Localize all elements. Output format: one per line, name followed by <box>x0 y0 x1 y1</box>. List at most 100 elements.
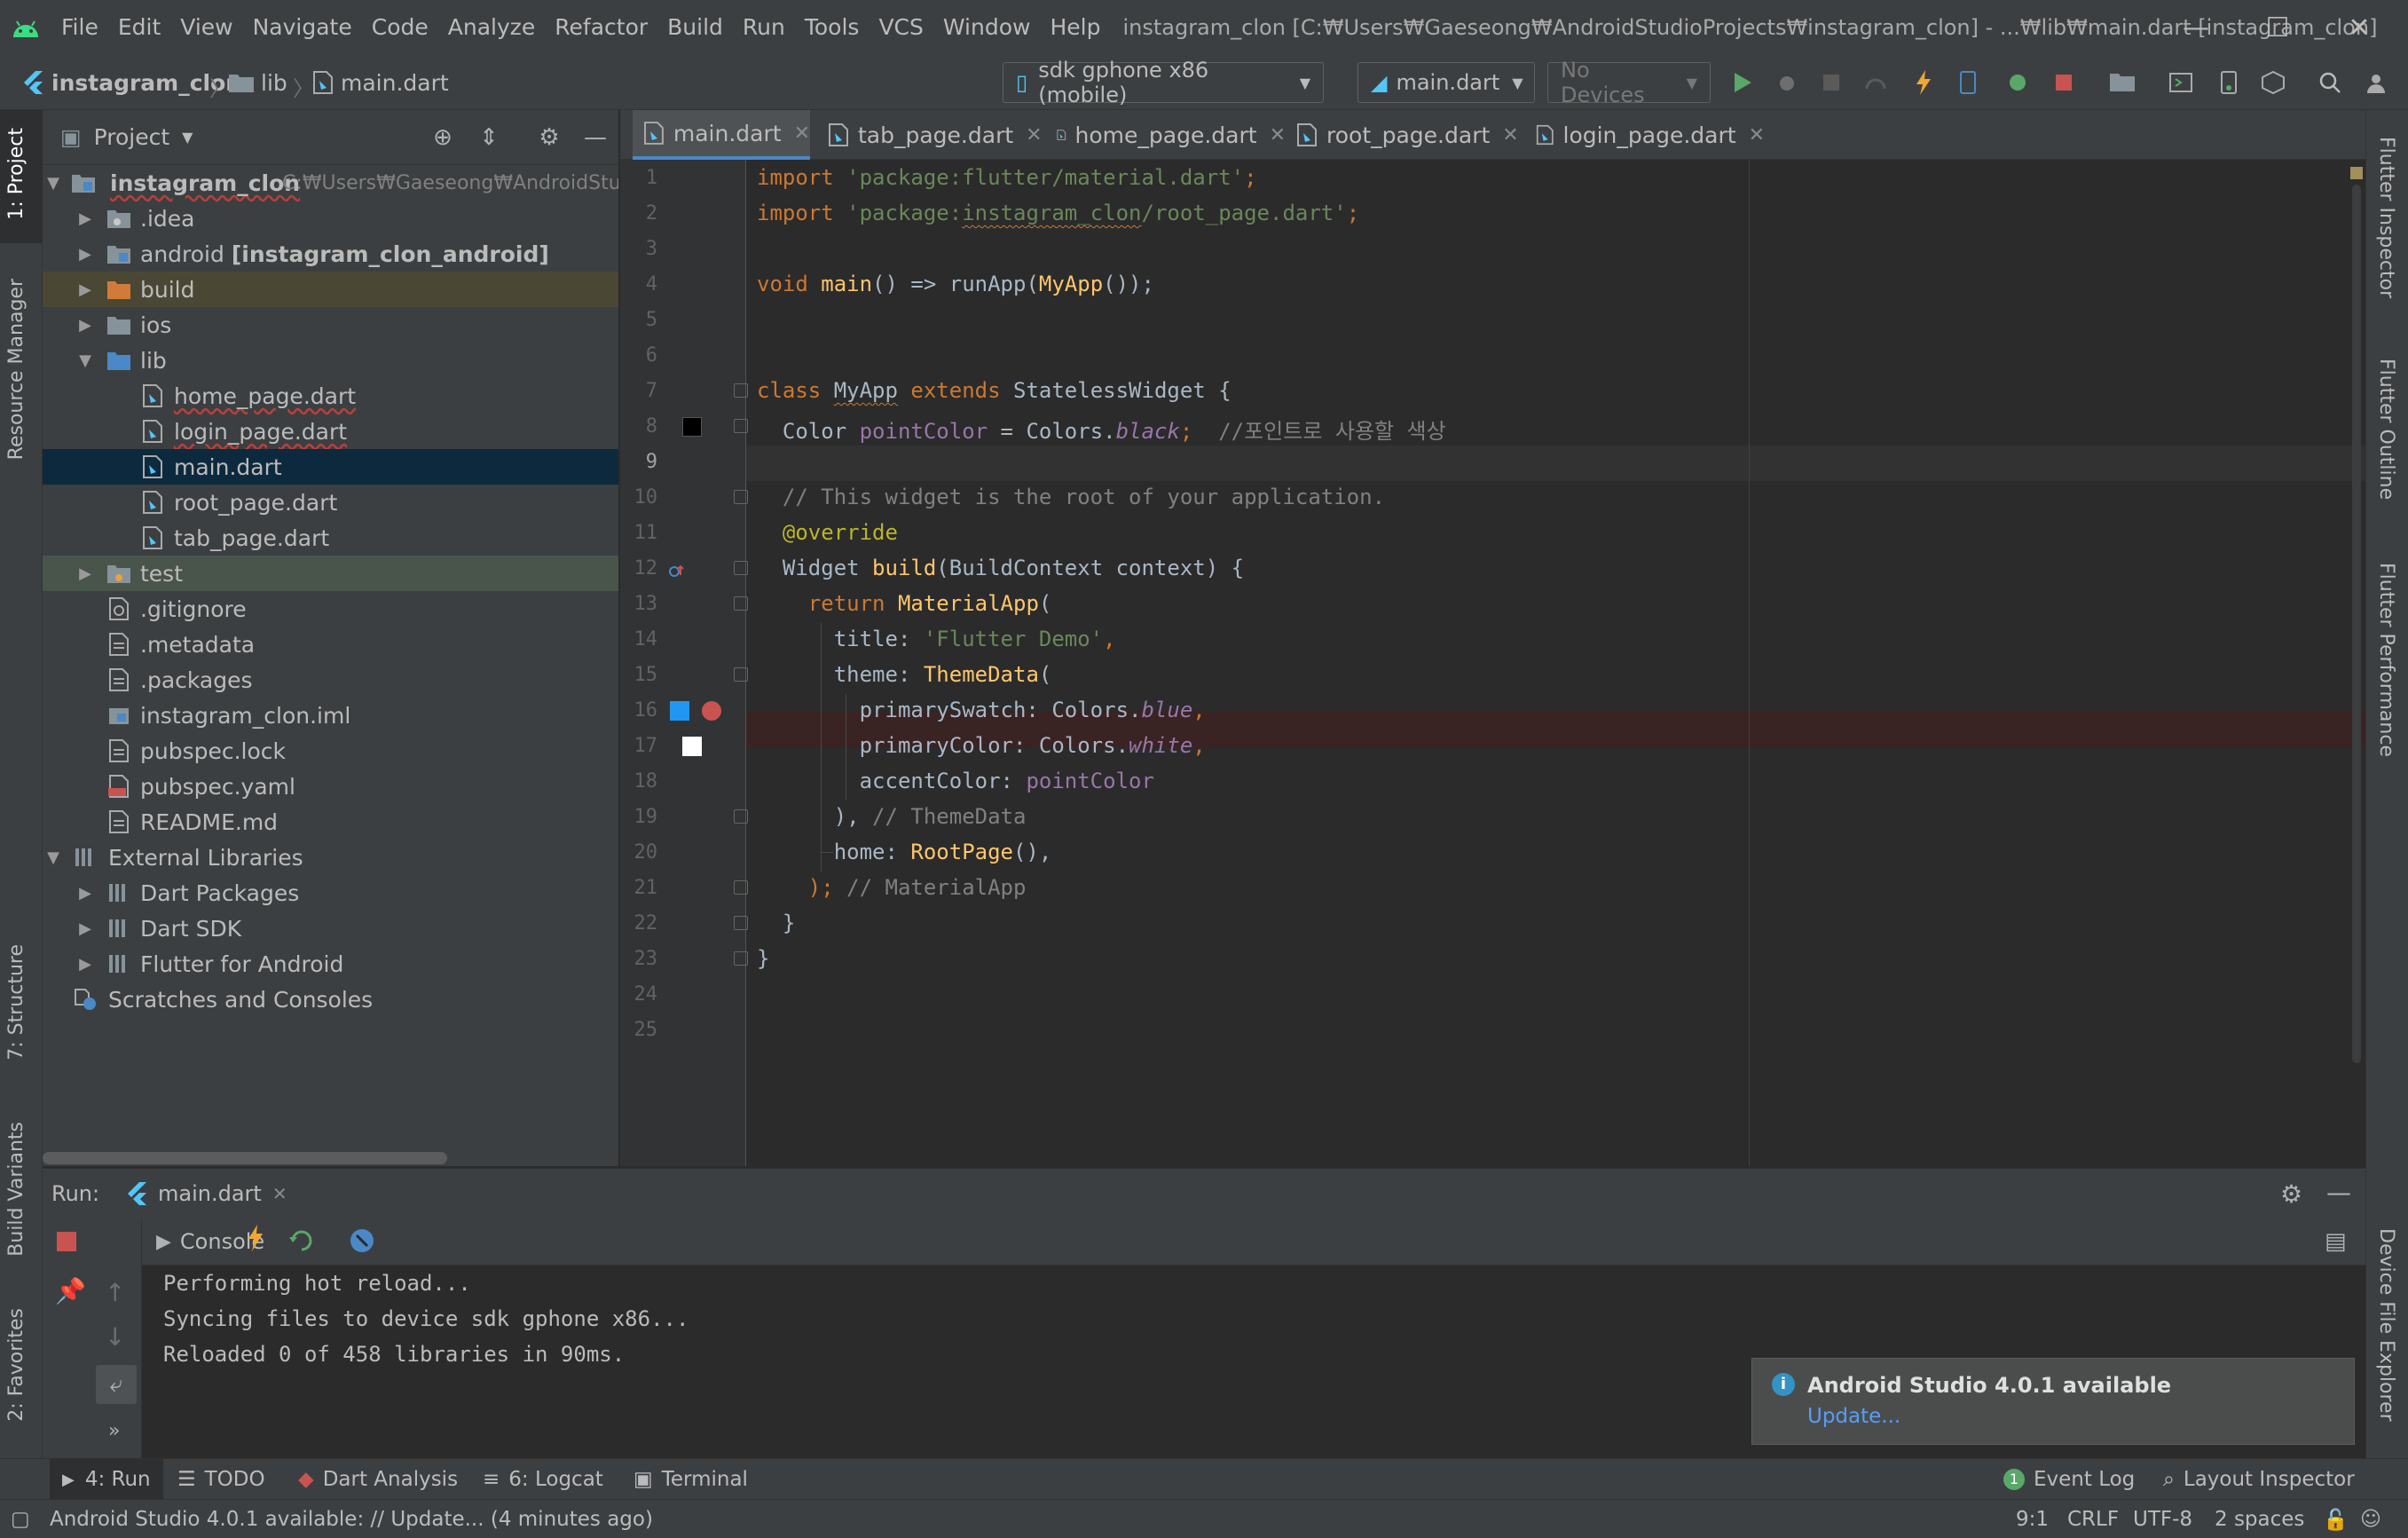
code-editor[interactable]: 1 2 3 4 5 6 7 8 9 10 11 12 13 14 15 16 1… <box>620 160 2365 1166</box>
hide-panel-icon[interactable]: — <box>2326 1178 2351 1207</box>
tree-item-android[interactable]: ▶ android [instagram_clon_android] <box>43 236 618 272</box>
menu-analyze[interactable]: Analyze <box>438 0 546 55</box>
tab-login-page-dart[interactable]: login_page.dart ✕ <box>1525 110 1765 160</box>
override-marker-icon[interactable] <box>668 561 686 579</box>
tool-tab-todo[interactable]: ☰ TODO <box>177 1459 265 1500</box>
minimize-button[interactable]: — <box>2156 0 2236 55</box>
tree-item-test[interactable]: ▶ test <box>43 556 618 591</box>
arrow-up-icon[interactable]: ↑ <box>105 1278 125 1307</box>
tool-tab-flutter-performance[interactable]: Flutter Performance <box>2375 563 2397 757</box>
tree-item-lib[interactable]: ▼ lib <box>43 343 618 378</box>
tree-item-metadata[interactable]: .metadata <box>43 627 618 662</box>
menu-file[interactable]: File <box>51 0 108 55</box>
tool-tab-build-variants[interactable]: Build Variants <box>5 1122 28 1257</box>
run-config-selector[interactable]: ◢ main.dart ▼ <box>1357 62 1535 103</box>
horizontal-scrollbar[interactable] <box>43 1152 447 1164</box>
tree-item-home-page-dart[interactable]: home_page.dart <box>43 378 618 414</box>
menu-code[interactable]: Code <box>362 0 438 55</box>
run-icon[interactable] <box>1727 67 1759 99</box>
account-icon[interactable] <box>2360 67 2392 99</box>
lock-icon[interactable]: 🔓 <box>2323 1500 2349 1538</box>
tree-item-packages[interactable]: .packages <box>43 662 618 698</box>
tool-tab-resource-manager[interactable]: Resource Manager <box>5 279 28 460</box>
fold-marker-icon[interactable] <box>734 880 748 895</box>
tree-item-pubspec-yaml[interactable]: pubspec.yaml <box>43 769 618 804</box>
toggle-tool-windows-icon[interactable]: ▢ <box>11 1500 30 1538</box>
tree-item-flutter-for-android[interactable]: ▶ Flutter for Android <box>43 946 618 982</box>
fold-marker-icon[interactable] <box>734 419 748 433</box>
tree-item-project-root[interactable]: ▼ instagram_clon C:₩Users₩Gaeseong₩Andro… <box>43 165 618 201</box>
pin-icon[interactable]: 📌 <box>55 1276 86 1305</box>
tab-main-dart[interactable]: main.dart ✕ <box>633 110 810 160</box>
tree-item-login-page-dart[interactable]: login_page.dart <box>43 414 618 449</box>
menu-refactor[interactable]: Refactor <box>545 0 657 55</box>
coverage-icon[interactable] <box>1815 67 1847 99</box>
tool-tab-dart-analysis[interactable]: ◆ Dart Analysis <box>298 1459 458 1500</box>
fold-marker-icon[interactable] <box>734 490 748 504</box>
hot-restart-icon[interactable] <box>287 1226 318 1257</box>
debug-icon[interactable] <box>1771 67 1803 99</box>
close-window-button[interactable]: ✕ <box>2319 0 2399 55</box>
locate-icon[interactable]: ⊕ <box>428 122 458 153</box>
tree-item-dart-packages[interactable]: ▶ Dart Packages <box>43 875 618 911</box>
menu-run[interactable]: Run <box>733 0 795 55</box>
close-tab-icon[interactable]: ✕ <box>1026 124 1042 146</box>
fold-marker-icon[interactable] <box>734 916 748 930</box>
fold-marker-icon[interactable] <box>734 561 748 575</box>
fold-marker-icon[interactable] <box>734 596 748 611</box>
tool-tab-structure[interactable]: 7: Structure <box>5 944 28 1061</box>
avd-manager-icon[interactable] <box>2165 67 2197 99</box>
no-devices-selector[interactable]: No Devices ▼ <box>1547 58 1711 107</box>
close-tab-icon[interactable]: ✕ <box>1270 124 1286 146</box>
close-tab-icon[interactable]: ✕ <box>794 122 810 145</box>
stop-icon[interactable] <box>57 1232 76 1251</box>
fold-marker-icon[interactable] <box>734 951 748 966</box>
attach-debugger-icon[interactable] <box>2002 67 2034 99</box>
tool-tab-device-file-explorer[interactable]: Device File Explorer <box>2375 1228 2397 1422</box>
search-icon[interactable] <box>2314 67 2346 99</box>
menu-window[interactable]: Window <box>933 0 1041 55</box>
tool-tab-logcat[interactable]: ≡ 6: Logcat <box>483 1459 603 1500</box>
more-icon[interactable]: » <box>108 1420 120 1442</box>
tree-item-build[interactable]: ▶ build <box>43 272 618 307</box>
tree-item-pubspec-lock[interactable]: pubspec.lock <box>43 733 618 769</box>
tool-tab-flutter-inspector[interactable]: Flutter Inspector <box>2375 137 2397 298</box>
tool-tab-run[interactable]: ▶ 4: Run <box>50 1459 163 1500</box>
tool-tab-layout-inspector[interactable]: ⌕ Layout Inspector <box>2163 1459 2355 1500</box>
tree-item-scratches[interactable]: Scratches and Consoles <box>43 982 618 1017</box>
tree-item-root-page-dart[interactable]: root_page.dart <box>43 485 618 520</box>
tree-item-ios[interactable]: ▶ ios <box>43 307 618 343</box>
tool-tab-terminal[interactable]: ▣ Terminal <box>633 1459 748 1500</box>
tab-tab-page-dart[interactable]: tab_page.dart ✕ <box>817 110 1046 160</box>
settings-gear-icon[interactable]: ⚙ <box>534 122 564 153</box>
fold-marker-icon[interactable] <box>734 667 748 682</box>
dart-devtools-icon[interactable] <box>348 1226 378 1257</box>
menu-edit[interactable]: Edit <box>108 0 170 55</box>
sdk-manager-icon[interactable] <box>2257 67 2289 99</box>
breadcrumb-lib[interactable]: lib <box>261 55 287 110</box>
project-view-selector[interactable]: Project <box>94 124 170 150</box>
hide-panel-icon[interactable]: — <box>580 122 610 153</box>
tree-item-main-dart[interactable]: main.dart <box>43 449 618 485</box>
layout-options-icon[interactable]: ▤ <box>2325 1228 2347 1255</box>
fold-marker-icon[interactable] <box>734 809 748 824</box>
profile-icon[interactable] <box>1860 67 1892 99</box>
menu-view[interactable]: View <box>170 0 242 55</box>
color-swatch-white-icon[interactable] <box>682 737 702 756</box>
event-notifications-icon[interactable]: ☺ <box>2360 1500 2381 1538</box>
tree-item-idea[interactable]: ▶ .idea <box>43 201 618 236</box>
menu-build[interactable]: Build <box>657 0 733 55</box>
close-tab-icon[interactable]: ✕ <box>272 1183 287 1204</box>
menu-help[interactable]: Help <box>1040 0 1110 55</box>
color-swatch-black-icon[interactable] <box>682 417 702 437</box>
caret-position[interactable]: 9:1 <box>2016 1500 2049 1538</box>
tree-item-external-libraries[interactable]: ▼ External Libraries <box>43 840 618 875</box>
tab-home-page-dart[interactable]: home_page.dart ✕ <box>1046 110 1286 160</box>
collapse-all-icon[interactable]: ⇕ <box>474 122 504 153</box>
hot-reload-icon[interactable] <box>1908 67 1940 99</box>
breakpoint-icon[interactable] <box>702 701 721 721</box>
menu-tools[interactable]: Tools <box>795 0 870 55</box>
file-encoding[interactable]: UTF-8 <box>2133 1500 2192 1538</box>
settings-gear-icon[interactable]: ⚙ <box>2280 1179 2302 1209</box>
tab-root-page-dart[interactable]: root_page.dart ✕ <box>1286 110 1525 160</box>
